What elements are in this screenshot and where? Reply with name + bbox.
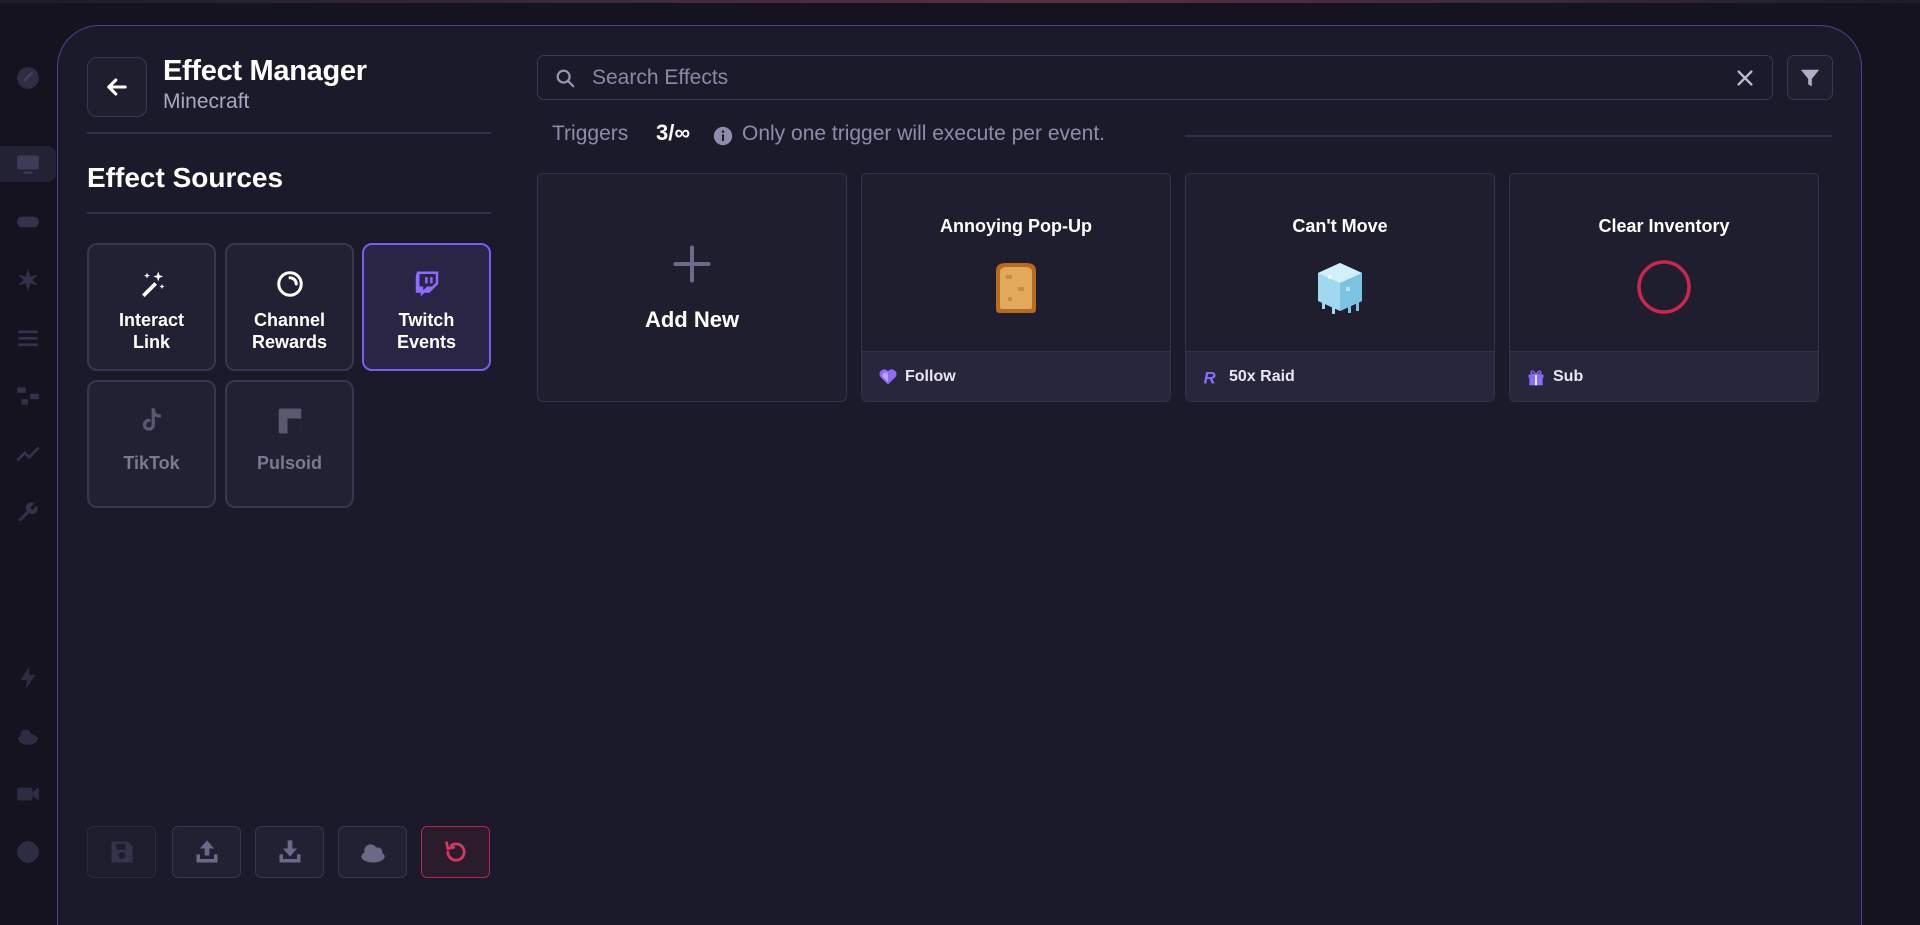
add-new-effect-card[interactable]: Add New <box>537 173 847 402</box>
source-label-line1: Twitch <box>398 310 455 330</box>
app-sidebar <box>0 40 56 900</box>
source-label-line2: Events <box>396 332 457 352</box>
monitor-icon[interactable] <box>0 146 56 182</box>
effect-name: Annoying Pop-Up <box>940 216 1092 236</box>
effect-sources-heading: Effect Sources <box>87 162 284 193</box>
source-label-line1: Pulsoid <box>256 453 322 473</box>
cloud-button[interactable] <box>338 826 407 878</box>
reset-icon <box>444 841 466 862</box>
effect-card[interactable]: Clear Inventory Sub <box>1509 173 1819 402</box>
raid-icon: R <box>1204 368 1216 386</box>
cloud-icon <box>360 844 385 863</box>
source-label-line2: Rewards <box>251 332 328 352</box>
heart-icon <box>879 368 897 384</box>
reset-button[interactable] <box>421 826 490 878</box>
sources-divider <box>87 212 491 214</box>
plus-icon <box>673 245 711 283</box>
header-divider <box>87 132 491 134</box>
pulsoid-icon <box>273 404 307 438</box>
flow-icon[interactable] <box>8 378 48 414</box>
window-top-accent <box>0 0 1920 3</box>
filter-icon <box>1800 69 1820 86</box>
effect-trigger: R 50x Raid <box>1186 351 1494 401</box>
source-label-line2: Link <box>132 332 170 352</box>
app-logo-icon[interactable] <box>8 60 48 96</box>
tiktok-icon <box>135 404 169 438</box>
triggers-label: Triggers <box>552 122 629 145</box>
cloud-rail-icon[interactable] <box>8 718 48 754</box>
info-icon <box>713 126 733 146</box>
search-icon <box>556 69 575 87</box>
source-label-line1: Interact <box>118 310 185 330</box>
wrench-icon[interactable] <box>8 494 48 530</box>
gamepad-icon[interactable] <box>8 204 48 240</box>
upload-button[interactable] <box>172 826 241 878</box>
effect-card[interactable]: Annoying Pop-Up Follow <box>861 173 1171 402</box>
download-button[interactable] <box>255 826 324 878</box>
effect-name: Clear Inventory <box>1598 216 1730 236</box>
source-pulsoid[interactable]: Pulsoid <box>225 380 354 508</box>
source-channel-rewards[interactable]: Channel Rewards <box>225 243 354 371</box>
triggers-divider <box>1185 135 1832 137</box>
download-icon <box>279 840 300 863</box>
back-button[interactable] <box>87 57 147 117</box>
bolt-icon[interactable] <box>8 660 48 696</box>
effect-trigger: Follow <box>862 351 1170 401</box>
list-icon[interactable] <box>8 320 48 356</box>
gift-icon <box>1528 369 1544 385</box>
add-new-label: Add New <box>644 307 740 332</box>
effect-trigger-label: Follow <box>905 367 956 385</box>
ice-block-image <box>1318 263 1362 314</box>
effect-trigger-label: Sub <box>1553 367 1584 385</box>
effect-trigger-label: 50x Raid <box>1229 367 1295 385</box>
help-icon[interactable] <box>8 834 48 870</box>
effect-name: Can't Move <box>1292 216 1388 236</box>
arrow-left-icon <box>107 78 127 96</box>
toast-image <box>996 263 1036 313</box>
svg-text:R: R <box>1204 368 1216 386</box>
source-label-line1: Channel <box>253 310 325 330</box>
twitch-icon <box>410 267 444 301</box>
clear-search-icon[interactable] <box>1734 67 1756 89</box>
effect-card[interactable]: Can't Move R 50x Raid <box>1185 173 1495 402</box>
search-input[interactable] <box>590 64 1734 91</box>
save-icon <box>111 841 132 863</box>
camera-icon[interactable] <box>8 776 48 812</box>
empty-circle-image <box>1637 260 1691 314</box>
burst-icon[interactable] <box>8 262 48 298</box>
trigger-note: Only one trigger will execute per event. <box>742 122 1106 145</box>
page-title: Effect Manager <box>163 55 367 87</box>
source-interact-link[interactable]: Interact Link <box>87 243 216 371</box>
source-label-line1: TikTok <box>123 453 180 473</box>
source-twitch-events[interactable]: Twitch Events <box>362 243 491 371</box>
trend-icon[interactable] <box>8 436 48 472</box>
save-button[interactable] <box>87 826 156 878</box>
effect-trigger: Sub <box>1510 351 1818 401</box>
search-bar <box>537 55 1773 100</box>
filter-button[interactable] <box>1787 55 1833 100</box>
triggers-count: 3/∞ <box>656 120 691 145</box>
page-subtitle: Minecraft <box>163 90 250 113</box>
magic-wand-icon <box>135 267 169 301</box>
upload-icon <box>196 840 217 863</box>
source-tiktok[interactable]: TikTok <box>87 380 216 508</box>
channel-points-icon <box>273 267 307 301</box>
